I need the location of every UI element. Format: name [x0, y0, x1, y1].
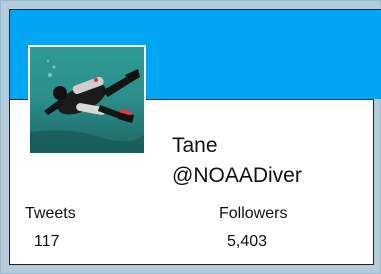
profile-name: Tane [172, 134, 218, 157]
profile-card: Tane @NOAADiver Tweets 117 Followers 5,4… [0, 0, 381, 274]
followers-count[interactable]: 5,403 [227, 233, 267, 251]
tweets-label[interactable]: Tweets [25, 205, 76, 223]
followers-label[interactable]: Followers [219, 205, 287, 223]
diver-photo-icon [30, 47, 144, 153]
profile-handle[interactable]: @NOAADiver [172, 164, 302, 188]
tweets-count[interactable]: 117 [34, 233, 60, 251]
avatar[interactable] [28, 45, 146, 155]
